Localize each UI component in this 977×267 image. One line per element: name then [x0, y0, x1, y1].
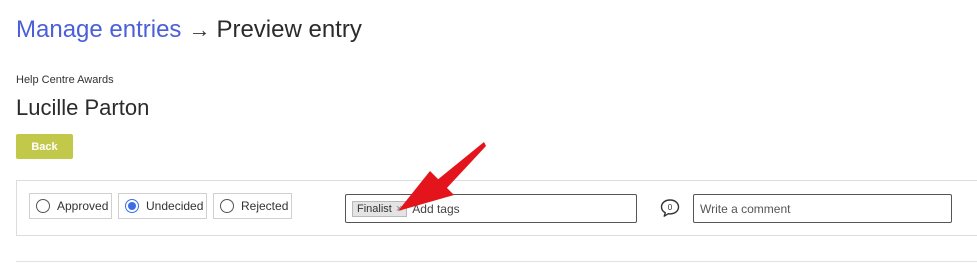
radio-undecided-label: Undecided [146, 199, 204, 213]
comment-count: 0 [668, 203, 673, 212]
tags-input[interactable]: Finalist × Add tags [345, 194, 637, 223]
red-arrow-icon [398, 142, 486, 211]
speech-bubble-icon[interactable]: 0 [659, 197, 681, 219]
radio-approved[interactable]: Approved [29, 193, 112, 219]
entry-category: Help Centre Awards [16, 74, 114, 86]
moderation-panel: Approved Undecided Rejected Finalist × A… [16, 180, 977, 236]
breadcrumb: Manage entries → Preview entry [16, 14, 362, 46]
radio-undecided-indicator[interactable] [125, 199, 139, 213]
radio-approved-label: Approved [57, 199, 109, 213]
tag-chip-label: Finalist [357, 202, 392, 215]
radio-rejected-indicator[interactable] [220, 199, 234, 213]
page-title: Preview entry [216, 16, 362, 43]
divider [16, 261, 977, 262]
radio-undecided[interactable]: Undecided [118, 193, 207, 219]
breadcrumb-link-manage-entries[interactable]: Manage entries [16, 16, 181, 44]
back-button[interactable]: Back [16, 134, 73, 159]
radio-rejected[interactable]: Rejected [213, 193, 292, 219]
radio-approved-indicator[interactable] [36, 199, 50, 213]
radio-rejected-label: Rejected [241, 199, 289, 213]
comment-input[interactable] [693, 194, 952, 223]
entry-name: Lucille Parton [16, 95, 150, 120]
breadcrumb-separator: → [188, 17, 211, 42]
